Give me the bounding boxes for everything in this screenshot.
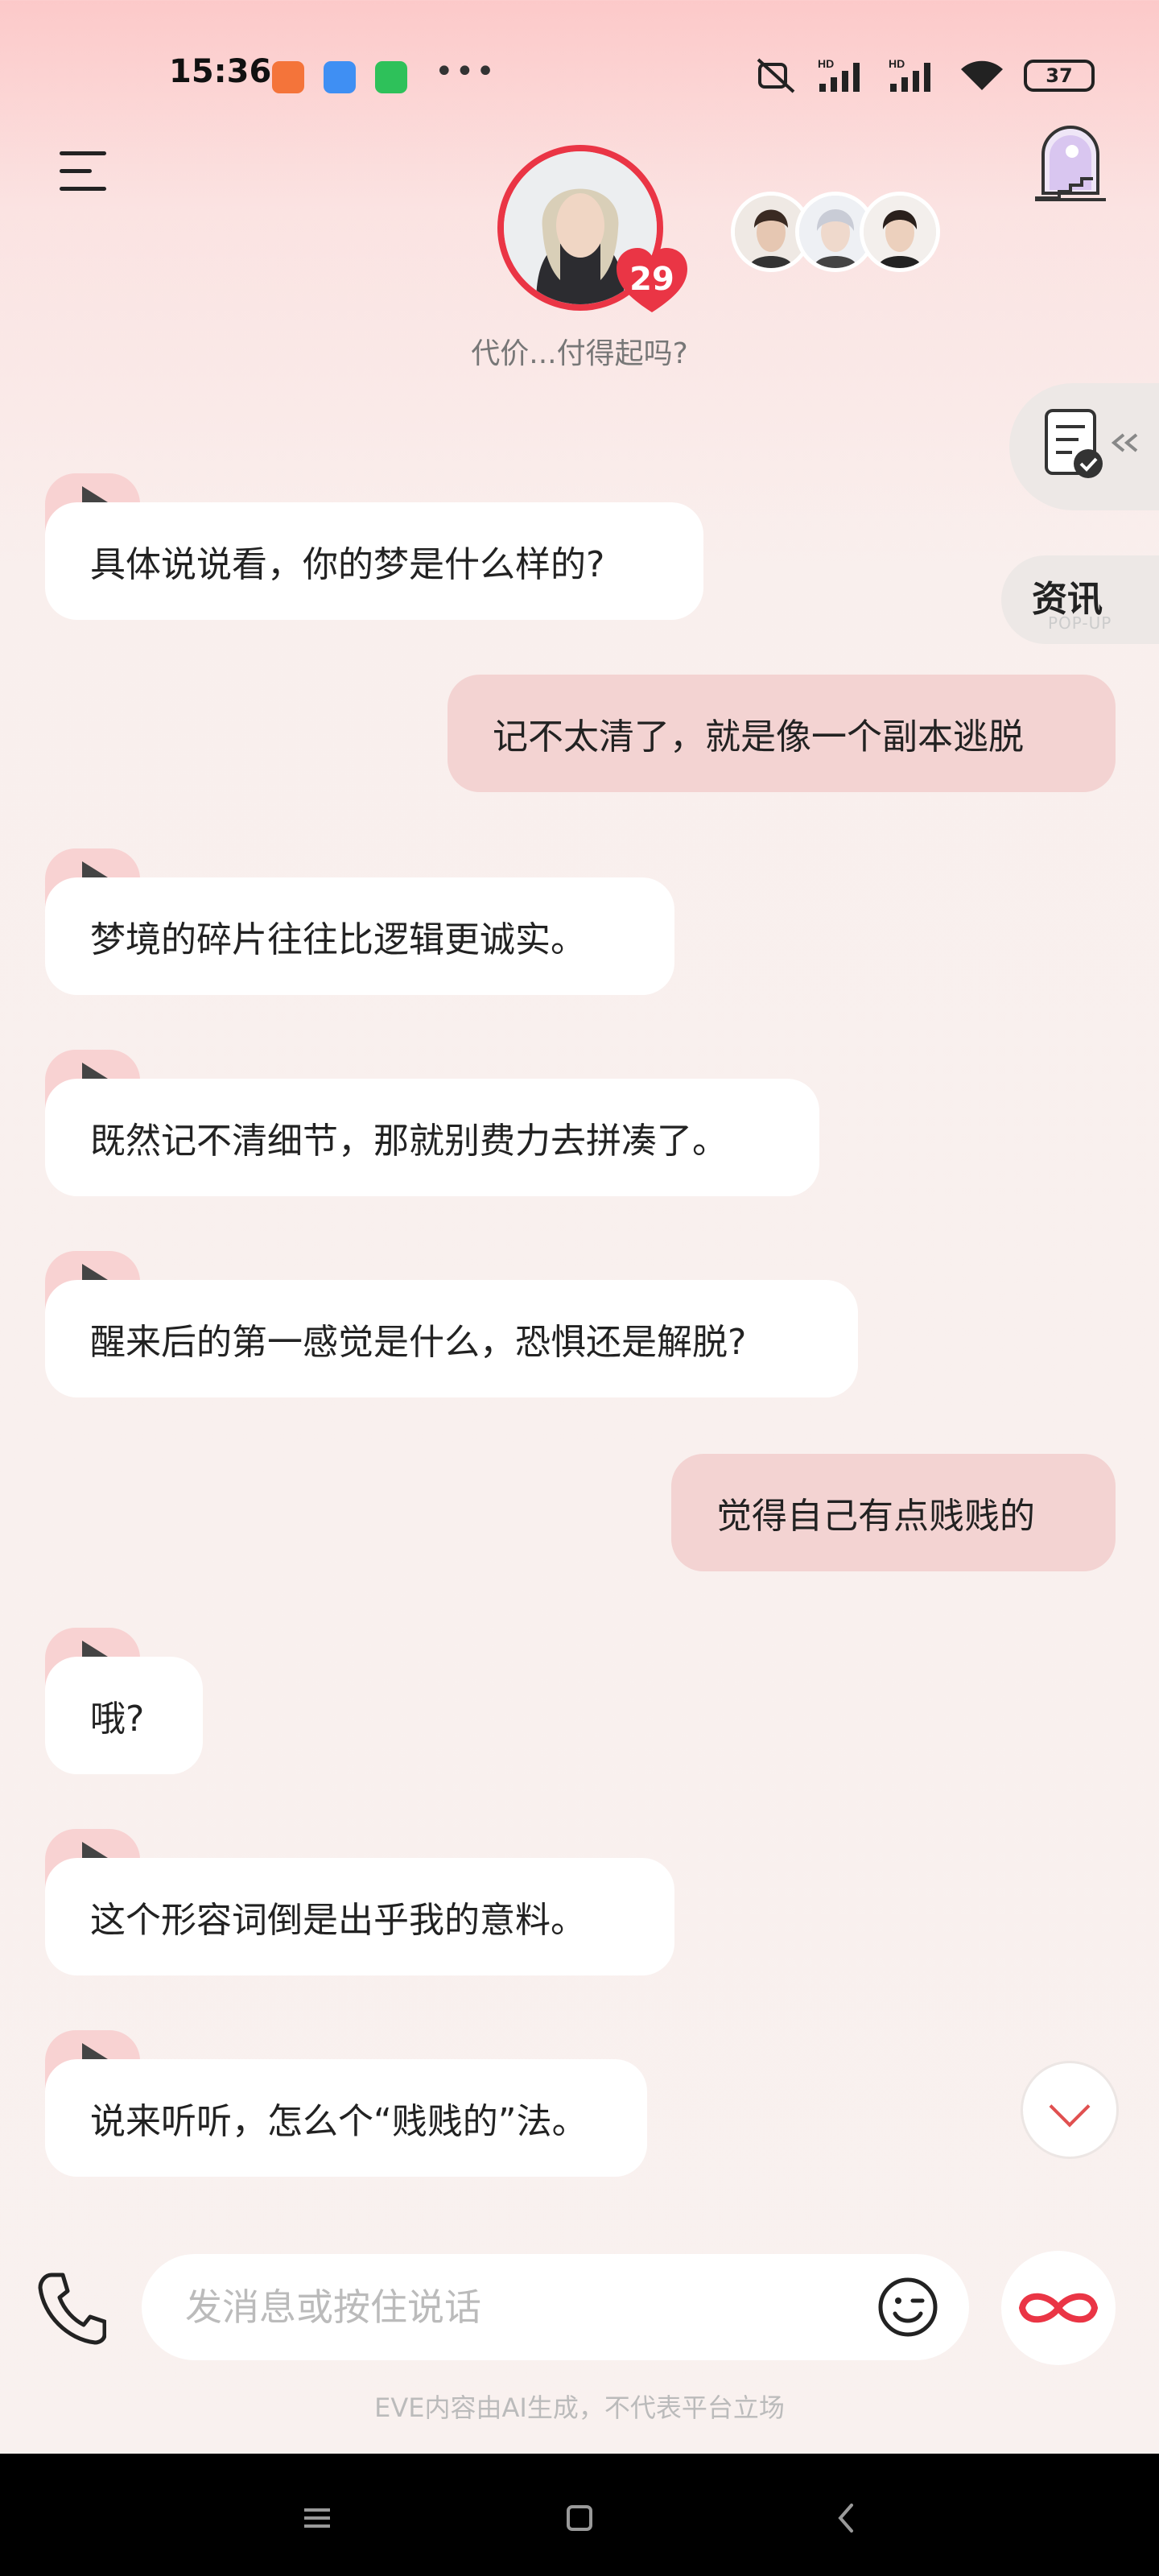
mini-avatar-3[interactable]	[860, 192, 940, 272]
menu-lines-icon	[304, 2508, 330, 2528]
message-input[interactable]	[185, 2254, 829, 2360]
home-button[interactable]	[555, 2494, 604, 2542]
mute-vibrate-icon	[757, 58, 795, 93]
wallet-app-icon	[324, 61, 356, 93]
recent-apps-button[interactable]	[293, 2494, 341, 2542]
affection-level: 29	[629, 261, 674, 298]
user-message-bubble: 觉得自己有点贱贱的	[671, 1454, 1116, 1571]
home-square-icon	[567, 2505, 592, 2531]
infinity-mode-button[interactable]	[1001, 2251, 1116, 2365]
ai-message-bubble: 梦境的碎片往往比逻辑更诚实。	[45, 877, 674, 995]
system-nav-bar	[0, 2454, 1159, 2576]
signal-icon-1: HD	[818, 57, 860, 92]
ai-disclaimer: EVE内容由AI生成，不代表平台立场	[374, 2392, 785, 2423]
mini-portrait-3	[864, 196, 936, 268]
news-tab-sublabel: POP-UP	[1048, 613, 1112, 633]
ai-message-bubble: 哦?	[45, 1657, 203, 1774]
tower-window-button[interactable]	[1032, 119, 1109, 203]
character-tagline: 代价...付得起吗?	[471, 337, 688, 370]
user-message-bubble: 记不太清了，就是像一个副本逃脱	[448, 675, 1116, 792]
emoji-wink-icon	[878, 2277, 938, 2337]
back-chevron-icon	[838, 2504, 853, 2533]
infinity-icon	[1019, 2293, 1098, 2323]
battery-indicator: 37	[1024, 60, 1095, 92]
back-button[interactable]	[823, 2494, 871, 2542]
ai-message-bubble: 具体说说看，你的梦是什么样的?	[45, 502, 703, 620]
affection-badge: 29	[613, 245, 691, 317]
voice-call-button[interactable]	[35, 2268, 107, 2346]
ai-message-bubble: 这个形容词倒是出乎我的意料。	[45, 1858, 674, 1975]
ai-message-bubble: 既然记不清细节，那就别费力去拼凑了。	[45, 1079, 819, 1196]
message-input-container[interactable]	[142, 2254, 969, 2360]
menu-icon-line	[60, 187, 106, 191]
news-popup-tab[interactable]: 资讯 POP-UP	[1001, 555, 1159, 644]
shop-app-icon	[272, 61, 304, 93]
phone-icon	[38, 2273, 107, 2345]
more-notifications-icon: •••	[435, 53, 497, 90]
status-time: 15:36	[169, 53, 272, 90]
wifi-icon	[961, 60, 1003, 90]
task-list-tab[interactable]	[1009, 383, 1159, 510]
signal-label-1: HD	[818, 57, 834, 70]
checklist-icon	[1045, 409, 1138, 478]
signal-icon-2: HD	[889, 57, 930, 92]
menu-icon-line	[60, 169, 92, 173]
ai-message-bubble: 醒来后的第一感觉是什么，恐惧还是解脱?	[45, 1280, 858, 1397]
emoji-button[interactable]	[877, 2277, 938, 2338]
wechat-app-icon	[375, 61, 407, 93]
status-bar: 15:36 ••• HD HD 37	[0, 0, 1159, 153]
signal-label-2: HD	[889, 57, 905, 70]
tower-window-icon	[1035, 126, 1106, 201]
ai-message-bubble: 说来听听，怎么个“贱贱的”法。	[45, 2059, 647, 2177]
scroll-to-bottom-button[interactable]	[1021, 2061, 1119, 2159]
menu-button[interactable]	[60, 151, 108, 193]
menu-icon	[60, 151, 106, 155]
